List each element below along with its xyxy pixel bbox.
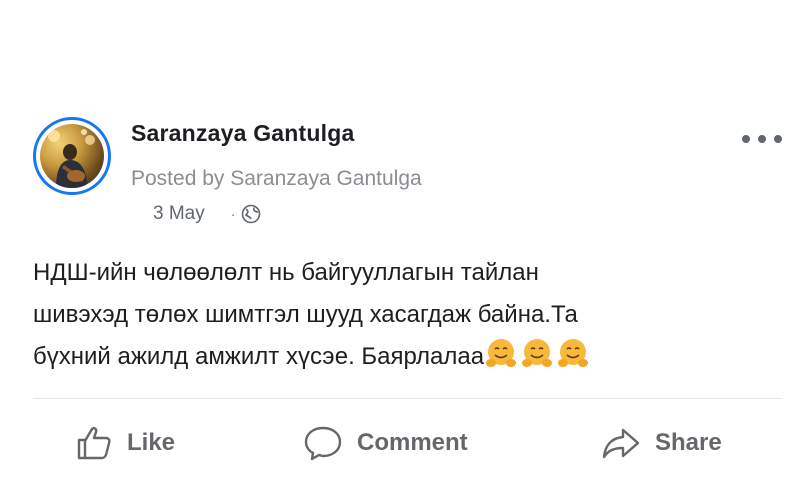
thumbs-up-icon bbox=[77, 427, 111, 460]
facebook-post: Saranzaya Gantulga Posted by Saranzaya G… bbox=[0, 0, 800, 484]
more-options-button[interactable] bbox=[742, 128, 782, 150]
like-label: Like bbox=[127, 429, 176, 456]
posted-by-label: Posted by Saranzaya Gantulga bbox=[131, 167, 422, 190]
share-arrow-icon bbox=[602, 428, 640, 459]
more-dot-icon bbox=[742, 135, 750, 143]
comment-label: Comment bbox=[357, 429, 468, 456]
avatar-image bbox=[40, 124, 104, 188]
post-meta: 3 May · bbox=[153, 203, 261, 225]
meta-separator: · bbox=[230, 206, 236, 222]
globe-icon bbox=[241, 204, 261, 224]
comment-icon bbox=[304, 426, 342, 461]
author-name[interactable]: Saranzaya Gantulga bbox=[131, 120, 354, 147]
more-dot-icon bbox=[758, 135, 766, 143]
post-text-line-with-emoji: бүхний ажилд амжилт хүсэе. Баярлалаа bbox=[33, 336, 773, 378]
like-button[interactable]: Like bbox=[75, 420, 175, 466]
post-actions-bar: Like Comment Share bbox=[0, 420, 800, 466]
actions-divider bbox=[33, 398, 782, 399]
post-text-line: НДШ-ийн чөлөөлөлт нь байгууллагын тайлан bbox=[33, 259, 539, 286]
post-text-line: шивэхэд төлөх шимтгэл шууд хасагдаж байн… bbox=[33, 301, 578, 328]
hugging-face-emoji bbox=[520, 336, 554, 370]
post-date[interactable]: 3 May bbox=[153, 203, 205, 225]
hugging-face-emoji bbox=[556, 336, 590, 370]
avatar[interactable] bbox=[33, 117, 111, 195]
post-text-line: бүхний ажилд амжилт хүсэе. Баярлалаа bbox=[33, 343, 485, 370]
share-button[interactable]: Share bbox=[601, 420, 722, 466]
more-dot-icon bbox=[774, 135, 782, 143]
comment-button[interactable]: Comment bbox=[303, 420, 468, 466]
hugging-face-emoji bbox=[484, 336, 518, 370]
post-body: НДШ-ийн чөлөөлөлт нь байгууллагын тайлан… bbox=[33, 252, 773, 378]
share-label: Share bbox=[655, 429, 722, 456]
